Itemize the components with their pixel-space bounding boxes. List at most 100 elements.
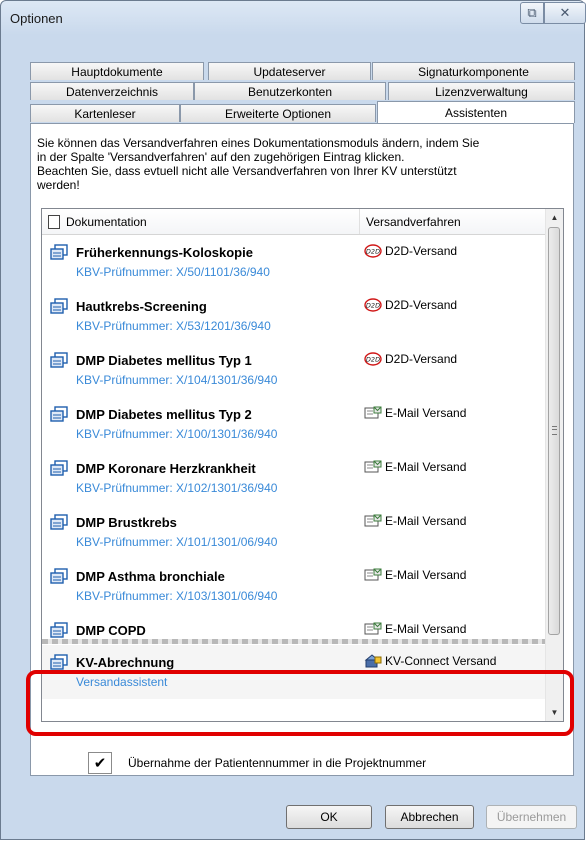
row-subtitle: KBV-Prüfnummer: X/53/1201/36/940 (76, 319, 271, 333)
grip-icon (552, 426, 557, 435)
documentation-list[interactable]: Dokumentation Versandverfahren Früherken… (41, 208, 564, 722)
close-button[interactable]: ✕ (544, 2, 586, 24)
cancel-button[interactable]: Abbrechen (385, 805, 474, 829)
method-label: E-Mail Versand (385, 460, 467, 474)
method-label: KV-Connect Versand (385, 654, 497, 668)
module-icon (50, 406, 68, 422)
module-icon (50, 460, 68, 476)
tab-datenverzeichnis[interactable]: Datenverzeichnis (30, 82, 194, 100)
list-item[interactable]: DMP Asthma bronchiale KBV-Prüfnummer: X/1… (42, 559, 546, 613)
list-rows: Früherkennungs-Koloskopie KBV-Prüfnummer:… (42, 235, 546, 667)
list-item[interactable]: DMP Diabetes mellitus Typ 2 KBV-Prüfnumme… (42, 397, 546, 451)
row-subtitle: KBV-Prüfnummer: X/103/1301/06/940 (76, 589, 278, 603)
row-title: DMP Asthma bronchiale (76, 569, 225, 584)
method-cell[interactable]: D2D D2D-Versand (364, 352, 457, 366)
email-icon (364, 406, 382, 419)
row-title: DMP Brustkrebs (76, 515, 177, 530)
module-icon (50, 514, 68, 530)
list-item[interactable]: Früherkennungs-Koloskopie KBV-Prüfnummer:… (42, 235, 546, 289)
svg-text:D2D: D2D (366, 248, 380, 256)
method-label: E-Mail Versand (385, 568, 467, 582)
tab-benutzerkonten[interactable]: Benutzerkonten (194, 82, 386, 100)
assistenten-panel: Sie können das Versandverfahren eines Do… (30, 123, 574, 776)
row-subtitle: KBV-Prüfnummer: X/102/1301/36/940 (76, 481, 278, 495)
window-title: Optionen (10, 11, 63, 26)
row-subtitle: KBV-Prüfnummer: X/104/1301/36/940 (76, 373, 278, 387)
vertical-scrollbar[interactable]: ▲ ▼ (545, 209, 563, 721)
module-icon (50, 568, 68, 584)
tab-hauptdokumente[interactable]: Hauptdokumente (30, 62, 204, 80)
tab-erweiterte-optionen[interactable]: Erweiterte Optionen (180, 104, 376, 122)
list-header: Dokumentation Versandverfahren (42, 209, 546, 235)
scroll-up-button[interactable]: ▲ (546, 209, 563, 226)
column-header-versandverfahren[interactable]: Versandverfahren (359, 209, 546, 234)
row-subtitle: Versandassistent (76, 675, 168, 689)
tab-assistenten[interactable]: Assistenten (377, 101, 575, 123)
method-cell[interactable]: D2D D2D-Versand (364, 298, 457, 312)
method-label: D2D-Versand (385, 298, 458, 312)
checkbox-label: Übernahme der Patientennummer in die Pro… (128, 756, 427, 770)
module-icon (50, 244, 68, 260)
ok-button[interactable]: OK (286, 805, 372, 829)
method-cell[interactable]: E-Mail Versand (364, 406, 466, 420)
list-item[interactable]: DMP Diabetes mellitus Typ 1 KBV-Prüfnumme… (42, 343, 546, 397)
row-subtitle: KBV-Prüfnummer: X/50/1101/36/940 (76, 265, 270, 279)
close-icon: ✕ (559, 5, 571, 20)
method-cell[interactable]: KV-Connect Versand (364, 654, 496, 668)
row-title: KV-Abrechnung (76, 655, 175, 670)
scroll-down-button[interactable]: ▼ (546, 704, 563, 721)
module-icon (50, 352, 68, 368)
d2d-icon: D2D (364, 298, 382, 312)
d2d-icon: D2D (364, 352, 382, 366)
row-title: DMP COPD (76, 623, 146, 638)
method-cell[interactable]: E-Mail Versand (364, 514, 466, 528)
description-line: werden! (37, 178, 80, 192)
list-item[interactable]: Hautkrebs-Screening KBV-Prüfnummer: X/53/… (42, 289, 546, 343)
tab-lizenzverwaltung[interactable]: Lizenzverwaltung (388, 82, 575, 100)
column-label: Versandverfahren (366, 214, 461, 229)
module-icon (50, 622, 68, 638)
restore-icon: ⧉ (527, 5, 537, 20)
row-title: DMP Diabetes mellitus Typ 1 (76, 353, 252, 368)
document-icon (48, 214, 60, 229)
method-label: E-Mail Versand (385, 622, 467, 636)
method-cell[interactable]: E-Mail Versand (364, 622, 466, 636)
scroll-thumb[interactable] (548, 227, 560, 635)
list-item[interactable]: DMP Koronare Herzkrankheit KBV-Prüfnummer… (42, 451, 546, 505)
arrow-up-icon: ▲ (550, 213, 559, 222)
description-line: Beachten Sie, dass evtuell nicht alle Ve… (37, 164, 457, 178)
row-title: Früherkennungs-Koloskopie (76, 245, 253, 260)
method-cell[interactable]: E-Mail Versand (364, 568, 466, 582)
method-cell[interactable]: D2D D2D-Versand (364, 244, 457, 258)
column-header-dokumentation[interactable]: Dokumentation (48, 209, 358, 234)
description-line: in der Spalte 'Versandverfahren' auf den… (37, 150, 405, 164)
module-icon (50, 298, 68, 314)
row-title: Hautkrebs-Screening (76, 299, 207, 314)
method-label: E-Mail Versand (385, 514, 467, 528)
svg-text:D2D: D2D (366, 356, 380, 364)
d2d-icon: D2D (364, 244, 382, 258)
patient-number-option[interactable]: ✔ Übernahme der Patientennummer in die P… (88, 752, 426, 774)
row-title: DMP Diabetes mellitus Typ 2 (76, 407, 252, 422)
email-icon (364, 622, 382, 635)
restore-button[interactable]: ⧉ (520, 2, 544, 24)
method-cell[interactable]: E-Mail Versand (364, 460, 466, 474)
svg-text:D2D: D2D (366, 302, 380, 310)
arrow-down-icon: ▼ (550, 708, 559, 717)
titlebar[interactable]: Optionen ⧉ ✕ (1, 1, 586, 35)
list-item[interactable]: DMP Brustkrebs KBV-Prüfnummer: X/101/1301… (42, 505, 546, 559)
email-icon (364, 514, 382, 527)
description-line: Sie können das Versandverfahren eines Do… (37, 136, 480, 150)
email-icon (364, 568, 382, 581)
tab-signaturkomponente[interactable]: Signaturkomponente (372, 62, 575, 80)
email-icon (364, 460, 382, 473)
tab-updateserver[interactable]: Updateserver (208, 62, 371, 80)
checkmark-icon: ✔ (93, 755, 107, 772)
apply-button[interactable]: Übernehmen (486, 805, 577, 829)
tab-kartenleser[interactable]: Kartenleser (30, 104, 180, 122)
kv-connect-icon (364, 654, 382, 668)
list-item-kv-abrechnung[interactable]: KV-Abrechnung Versandassistent KV-Connec… (42, 645, 546, 699)
method-label: D2D-Versand (385, 352, 458, 366)
patient-number-checkbox[interactable]: ✔ (88, 752, 112, 774)
row-subtitle: KBV-Prüfnummer: X/101/1301/06/940 (76, 535, 278, 549)
